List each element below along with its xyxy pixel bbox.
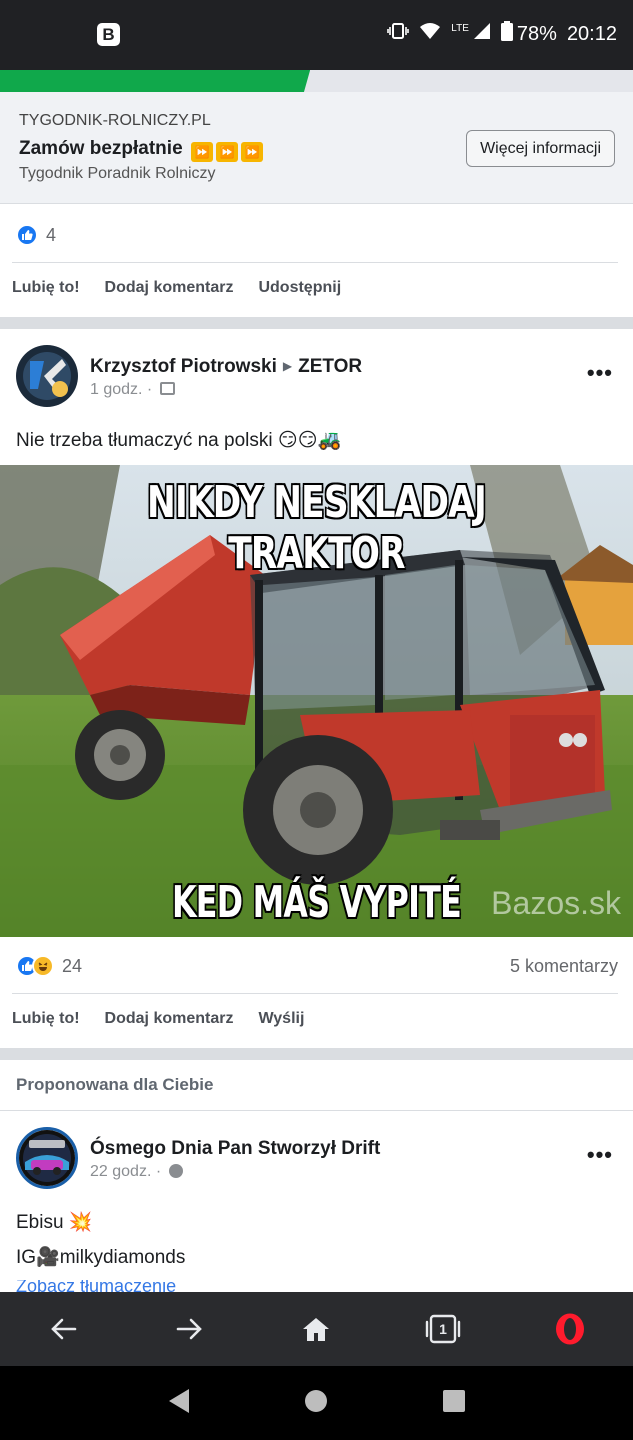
post-time[interactable]: 22 godz. · xyxy=(90,1163,161,1180)
more-options-icon[interactable]: ••• xyxy=(587,360,613,386)
wifi-icon xyxy=(419,22,441,46)
comment-button[interactable]: Dodaj komentarz xyxy=(105,1010,234,1028)
battery-icon xyxy=(500,21,513,47)
suggested-label: Proponowana dla Ciebie xyxy=(16,1075,214,1094)
home-icon[interactable] xyxy=(286,1299,346,1359)
like-button[interactable]: Lubię to! xyxy=(12,1010,80,1028)
status-bar: B LTE 78% 20:12 xyxy=(0,0,633,70)
like-reaction-icon xyxy=(16,224,38,246)
fast-forward-emoji: ⏩ xyxy=(240,142,263,162)
reaction-count: 24 xyxy=(62,955,83,976)
more-options-icon[interactable]: ••• xyxy=(587,1142,613,1168)
fast-forward-emoji: ⏩ xyxy=(215,142,238,162)
like-button[interactable]: Lubię to! xyxy=(12,279,80,297)
ad-subtitle: Tygodnik Poradnik Rolniczy xyxy=(19,165,216,182)
tabs-icon[interactable]: 1 xyxy=(413,1299,473,1359)
meme-bottom-caption: KED MÁŠ VYPITÉ xyxy=(171,877,462,928)
arrow-right-icon[interactable] xyxy=(160,1299,220,1359)
arrow-right-icon: ▶ xyxy=(282,359,293,373)
meme-top-caption: NIKDY NESKLADAJ TRAKTOR xyxy=(147,477,487,579)
ad-domain: TYGODNIK-ROLNICZY.PL xyxy=(19,112,211,129)
share-button[interactable]: Udostępnij xyxy=(258,279,341,297)
nav-home-icon[interactable] xyxy=(304,1389,328,1418)
post-text-line: IG🎥milkydiamonds xyxy=(16,1247,186,1268)
see-translation-link[interactable]: Zobacz tłumaczenie xyxy=(16,1280,176,1292)
arrow-left-icon[interactable] xyxy=(33,1299,93,1359)
page-load-progress xyxy=(0,70,633,92)
group-privacy-icon xyxy=(159,382,175,395)
divider xyxy=(0,1110,633,1111)
more-info-button[interactable]: Więcej informacji xyxy=(466,130,615,167)
group-name[interactable]: ZETOR xyxy=(298,356,362,377)
battery-percent: 78% xyxy=(516,22,557,45)
page-avatar[interactable] xyxy=(16,1127,78,1189)
sponsored-ad[interactable]: TYGODNIK-ROLNICZY.PL Zamów bezpłatnie ⏩ ⏩… xyxy=(0,92,633,204)
haha-reaction-icon xyxy=(32,955,54,977)
vibrate-icon xyxy=(387,22,410,46)
ad-title[interactable]: Zamów bezpłatnie ⏩ ⏩ ⏩ xyxy=(19,138,263,162)
nav-back-icon[interactable] xyxy=(167,1388,191,1419)
signal-icon xyxy=(473,22,491,46)
post-reactions[interactable]: 24 5 komentarzy xyxy=(0,938,633,994)
post-author[interactable]: Ósmego Dnia Pan Stworzył Drift xyxy=(90,1138,380,1160)
tabs-count: 1 xyxy=(439,1321,447,1337)
post-image[interactable]: NIKDY NESKLADAJ TRAKTOR KED MÁŠ VYPITÉ B… xyxy=(0,465,633,937)
clock: 20:12 xyxy=(566,22,617,45)
post-meta: 1 godz. · xyxy=(90,381,175,399)
author-name[interactable]: Krzysztof Piotrowski xyxy=(90,356,277,377)
system-nav-bar xyxy=(0,1366,633,1440)
post-action-bar: Lubię to! Dodaj komentarz Wyślij xyxy=(0,994,633,1044)
network-type: LTE xyxy=(451,22,469,34)
feed-separator xyxy=(0,1048,633,1060)
comments-count[interactable]: 5 komentarzy xyxy=(510,956,618,977)
reaction-count: 4 xyxy=(46,224,57,245)
comment-button[interactable]: Dodaj komentarz xyxy=(105,279,234,297)
fast-forward-emoji: ⏩ xyxy=(190,142,213,162)
status-icons: LTE 78% 20:12 xyxy=(387,21,617,47)
avatar[interactable] xyxy=(16,345,78,407)
ad-action-bar: Lubię to! Dodaj komentarz Udostępnij xyxy=(0,263,633,313)
feed-separator xyxy=(0,317,633,329)
post-meta: 22 godz. · xyxy=(90,1163,183,1181)
browser-toolbar: 1 xyxy=(0,1292,633,1366)
post-author[interactable]: Krzysztof Piotrowski ▶ ZETOR xyxy=(90,356,362,378)
image-watermark: Bazos.sk xyxy=(491,885,621,921)
post-text: Nie trzeba tłumaczyć na polski 😏😏🚜 xyxy=(16,430,342,451)
globe-icon xyxy=(168,1164,183,1178)
post-text-line: Ebisu 💥 xyxy=(16,1212,93,1233)
send-button[interactable]: Wyślij xyxy=(258,1010,304,1028)
ad-title-text: Zamów bezpłatnie xyxy=(19,138,183,159)
page-load-progress-fill xyxy=(0,70,311,92)
app-notification-icon: B xyxy=(97,23,120,46)
ad-reactions[interactable]: 4 xyxy=(0,207,633,263)
nav-recents-icon[interactable] xyxy=(442,1389,466,1418)
see-translation-text: Zobacz tłumaczenie xyxy=(16,1280,177,1292)
opera-icon[interactable] xyxy=(540,1299,600,1359)
post-time[interactable]: 1 godz. · xyxy=(90,381,152,398)
